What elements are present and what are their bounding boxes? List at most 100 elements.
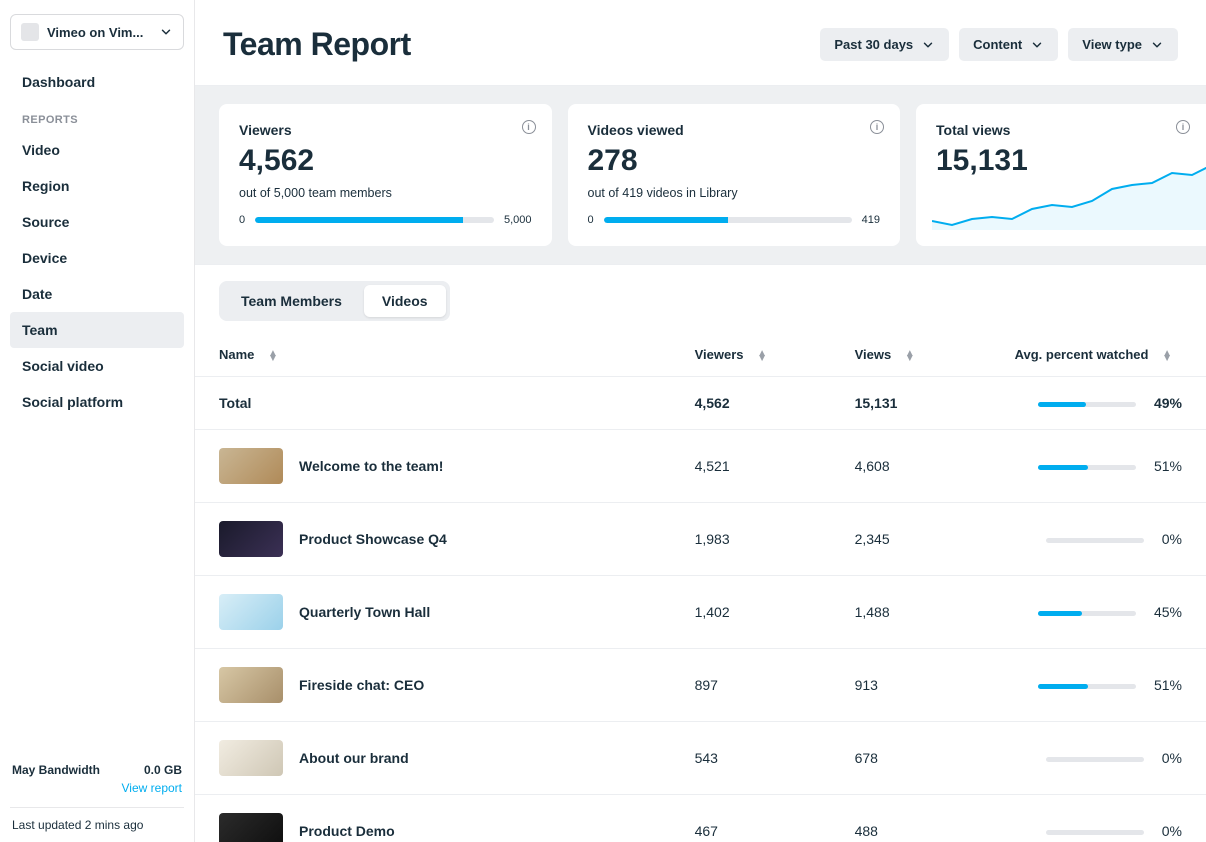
range-min: 0: [239, 214, 245, 226]
video-thumbnail: [219, 521, 283, 557]
table-row[interactable]: Quarterly Town Hall1,4021,48845%: [195, 576, 1206, 649]
table-row[interactable]: Product Showcase Q41,9832,3450%: [195, 503, 1206, 576]
cell-views: 678: [831, 722, 991, 795]
sidebar-item-social-video[interactable]: Social video: [10, 348, 184, 384]
pct-bar: [1046, 830, 1144, 835]
cell-views: 1,488: [831, 576, 991, 649]
table-scroll[interactable]: Name ▲▼ Viewers ▲▼ Views ▲▼ Avg. percent…: [195, 321, 1206, 842]
cell-viewers: 4,562: [671, 377, 831, 430]
video-thumbnail: [219, 667, 283, 703]
tabs: Team Members Videos: [195, 265, 1206, 321]
video-name: Welcome to the team!: [299, 458, 443, 474]
col-views[interactable]: Views ▲▼: [831, 333, 991, 377]
filter-content-label: Content: [973, 37, 1022, 52]
tab-videos[interactable]: Videos: [364, 285, 446, 317]
filter-view-type[interactable]: View type: [1068, 28, 1178, 61]
sidebar-item-date[interactable]: Date: [10, 276, 184, 312]
bandwidth-label: May Bandwidth: [12, 763, 100, 777]
cell-name: Product Demo: [195, 795, 671, 842]
team-selector-label: Vimeo on Vim...: [47, 25, 151, 40]
pct-bar: [1038, 402, 1136, 407]
card-views-title: Total views: [936, 122, 1186, 138]
col-viewers[interactable]: Viewers ▲▼: [671, 333, 831, 377]
chevron-down-icon: [159, 25, 173, 39]
video-thumbnail: [219, 813, 283, 842]
col-name[interactable]: Name ▲▼: [195, 333, 671, 377]
sidebar-item-device[interactable]: Device: [10, 240, 184, 276]
card-viewers-sub: out of 5,000 team members: [239, 186, 532, 200]
divider: [10, 807, 184, 808]
chevron-down-icon: [921, 38, 935, 52]
filter-content[interactable]: Content: [959, 28, 1058, 61]
col-viewers-label: Viewers: [695, 347, 744, 362]
table-row[interactable]: Fireside chat: CEO89791351%: [195, 649, 1206, 722]
info-icon[interactable]: i: [522, 120, 536, 134]
sidebar-item-team[interactable]: Team: [10, 312, 184, 348]
chevron-down-icon: [1150, 38, 1164, 52]
cell-viewers: 467: [671, 795, 831, 842]
filter-period-label: Past 30 days: [834, 37, 913, 52]
range-max: 5,000: [504, 214, 532, 226]
sparkline-chart: [932, 160, 1206, 230]
progress-track: [604, 217, 852, 223]
cell-pct: 51%: [991, 430, 1206, 503]
cell-pct: 0%: [991, 722, 1206, 795]
video-name: Product Demo: [299, 823, 395, 839]
team-selector[interactable]: Vimeo on Vim...: [10, 14, 184, 50]
info-icon[interactable]: i: [1176, 120, 1190, 134]
info-icon[interactable]: i: [870, 120, 884, 134]
card-viewers: i Viewers 4,562 out of 5,000 team member…: [219, 104, 552, 246]
filter-view-type-label: View type: [1082, 37, 1142, 52]
filters: Past 30 days Content View type: [820, 28, 1178, 61]
card-viewers-value: 4,562: [239, 146, 532, 176]
cell-views: 2,345: [831, 503, 991, 576]
cell-pct: 49%: [991, 377, 1206, 430]
cell-name: Quarterly Town Hall: [195, 576, 671, 649]
sidebar-item-source[interactable]: Source: [10, 204, 184, 240]
cell-name: Welcome to the team!: [195, 430, 671, 503]
sidebar-item-region[interactable]: Region: [10, 168, 184, 204]
card-total-views: i Total views 15,131: [916, 104, 1206, 246]
cell-viewers: 4,521: [671, 430, 831, 503]
view-report-link[interactable]: View report: [12, 781, 182, 795]
cell-views: 488: [831, 795, 991, 842]
card-viewers-title: Viewers: [239, 122, 532, 138]
sort-icon: ▲▼: [1162, 351, 1172, 361]
cell-viewers: 897: [671, 649, 831, 722]
card-videos-range: 0 419: [588, 214, 881, 226]
filter-period[interactable]: Past 30 days: [820, 28, 949, 61]
cell-views: 15,131: [831, 377, 991, 430]
cell-pct: 0%: [991, 795, 1206, 842]
card-viewers-range: 0 5,000: [239, 214, 532, 226]
sidebar-item-social-platform[interactable]: Social platform: [10, 384, 184, 420]
sort-icon: ▲▼: [268, 351, 278, 361]
table-row[interactable]: About our brand5436780%: [195, 722, 1206, 795]
col-avg-pct-label: Avg. percent watched: [1015, 347, 1149, 362]
tab-team-members[interactable]: Team Members: [223, 285, 360, 317]
col-avg-pct[interactable]: Avg. percent watched ▲▼: [991, 333, 1206, 377]
cell-pct: 45%: [991, 576, 1206, 649]
sidebar: Vimeo on Vim... Dashboard REPORTS VideoR…: [0, 0, 195, 842]
sort-icon: ▲▼: [905, 351, 915, 361]
card-videos-value: 278: [588, 146, 881, 176]
table-row[interactable]: Welcome to the team!4,5214,60851%: [195, 430, 1206, 503]
col-views-label: Views: [855, 347, 892, 362]
chevron-down-icon: [1030, 38, 1044, 52]
table-row[interactable]: Product Demo 4674880%: [195, 795, 1206, 842]
pct-bar: [1038, 684, 1136, 689]
range-max: 419: [862, 214, 880, 226]
page-title: Team Report: [223, 26, 411, 63]
range-min: 0: [588, 214, 594, 226]
video-thumbnail: [219, 594, 283, 630]
cell-pct: 0%: [991, 503, 1206, 576]
card-videos-sub: out of 419 videos in Library: [588, 186, 881, 200]
card-videos-title: Videos viewed: [588, 122, 881, 138]
main: Team Report Past 30 days Content View ty…: [195, 0, 1206, 842]
sidebar-item-dashboard[interactable]: Dashboard: [10, 64, 184, 100]
video-thumbnail: [219, 740, 283, 776]
pct-bar: [1046, 757, 1144, 762]
sidebar-item-video[interactable]: Video: [10, 132, 184, 168]
page-header: Team Report Past 30 days Content View ty…: [195, 0, 1206, 86]
cell-views: 913: [831, 649, 991, 722]
cell-pct: 51%: [991, 649, 1206, 722]
